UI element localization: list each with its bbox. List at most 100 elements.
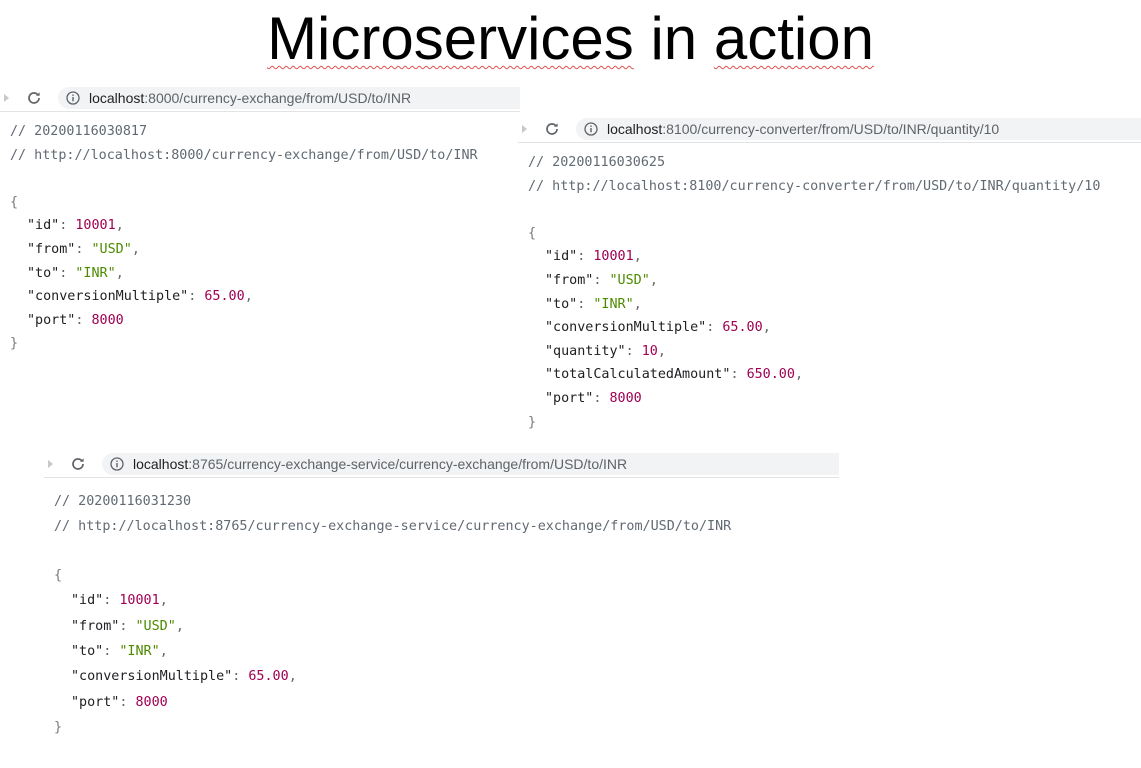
reload-icon[interactable] [544,121,560,137]
separator: , [649,272,658,288]
url-path: :8765/currency-exchange-service/currency… [188,456,628,472]
close-brace: } [54,719,63,735]
json-key: "totalCalculatedAmount" [545,367,731,383]
url-field[interactable]: localhost:8000/currency-exchange/from/US… [58,87,520,109]
json-value: 650.00 [746,367,795,383]
expand-triangle-icon[interactable] [4,94,9,102]
json-value: "INR" [119,644,160,660]
expand-triangle-icon[interactable] [522,125,527,133]
close-brace: } [528,414,537,430]
browser-panel-exchange-8000: localhost:8000/currency-exchange/from/US… [0,87,520,377]
json-value: 65.00 [248,669,289,685]
expand-triangle-icon[interactable] [48,460,53,468]
json-field-row: "conversionMultiple": 65.00, [528,316,1100,340]
colon: : [75,312,92,328]
json-field-row: "to": "INR", [528,293,1100,317]
open-brace: { [528,225,537,241]
separator: , [633,296,642,312]
json-field-row: "totalCalculatedAmount": 650.00, [528,363,1100,387]
timestamp-comment: // 20200116030817 [10,124,148,139]
colon: : [59,218,76,234]
json-value: 10001 [75,218,116,234]
json-key: "quantity" [545,343,626,359]
open-brace: { [54,568,63,584]
url-path: :8000/currency-exchange/from/USD/to/INR [144,90,412,106]
json-value: 8000 [135,694,168,710]
url-text: localhost:8100/currency-converter/from/U… [607,118,999,140]
separator: , [115,218,124,234]
url-text: localhost:8000/currency-exchange/from/US… [89,87,411,109]
url-comment: // http://localhost:8765/currency-exchan… [54,519,732,535]
url-host: localhost [89,90,145,106]
info-icon[interactable] [66,91,80,105]
colon: : [625,343,642,359]
address-bar: localhost:8765/currency-exchange-service… [44,453,839,478]
info-icon[interactable] [110,457,124,471]
colon: : [119,618,136,634]
url-host: localhost [607,121,663,137]
timestamp-comment: // 20200116030625 [528,155,666,170]
separator: , [794,367,803,383]
separator: , [115,265,124,281]
address-bar: localhost:8000/currency-exchange/from/US… [0,87,520,112]
separator: , [131,241,140,257]
colon: : [75,241,92,257]
json-field-row: "conversionMultiple": 65.00, [10,285,478,309]
colon: : [59,265,76,281]
colon: : [232,669,249,685]
json-value: 65.00 [722,320,763,336]
json-value: "USD" [609,272,650,288]
separator: , [762,320,771,336]
json-field-row: "port": 8000 [10,309,478,333]
json-field-row: "to": "INR", [54,639,731,664]
title-word-microservices: Microservices [267,5,634,72]
json-field-row: "from": "USD", [528,269,1100,293]
separator: , [633,249,642,265]
json-value: "USD" [91,241,132,257]
close-brace: } [10,336,19,352]
url-field[interactable]: localhost:8100/currency-converter/from/U… [576,118,1141,140]
url-comment: // http://localhost:8000/currency-exchan… [10,147,478,163]
colon: : [593,272,610,288]
colon: : [119,694,136,710]
colon: : [188,289,205,305]
json-key: "id" [545,249,578,265]
json-field-row: "port": 8000 [528,387,1100,411]
json-value: "INR" [75,265,116,281]
url-host: localhost [133,456,189,472]
open-brace: { [10,194,19,210]
reload-icon[interactable] [26,90,42,106]
json-key: "id" [71,593,104,609]
separator: , [288,669,297,685]
title-word-action: action [713,5,874,72]
json-key: "to" [71,644,104,660]
json-key: "from" [27,241,76,257]
json-field-row: "quantity": 10, [528,340,1100,364]
json-value: "USD" [135,618,176,634]
json-field-row: "id": 10001, [10,214,478,238]
json-field-row: "id": 10001, [54,588,731,613]
json-key: "from" [545,272,594,288]
url-field[interactable]: localhost:8765/currency-exchange-service… [102,453,839,475]
json-value: 8000 [609,390,642,406]
separator: , [159,644,168,660]
json-value: 10 [641,343,658,359]
json-key: "port" [545,390,594,406]
json-key: "conversionMultiple" [545,320,707,336]
json-value: 10001 [119,593,160,609]
info-icon[interactable] [584,122,598,136]
json-key: "port" [71,694,120,710]
json-value: 65.00 [204,289,245,305]
title-word-in: in [650,5,698,72]
json-viewer: // 20200116030817 // http://localhost:800… [10,120,478,356]
json-key: "port" [27,312,76,328]
json-value: 8000 [91,312,124,328]
json-field-row: "from": "USD", [10,238,478,262]
colon: : [577,296,594,312]
json-value: 10001 [593,249,634,265]
reload-icon[interactable] [70,456,86,472]
json-key: "id" [27,218,60,234]
